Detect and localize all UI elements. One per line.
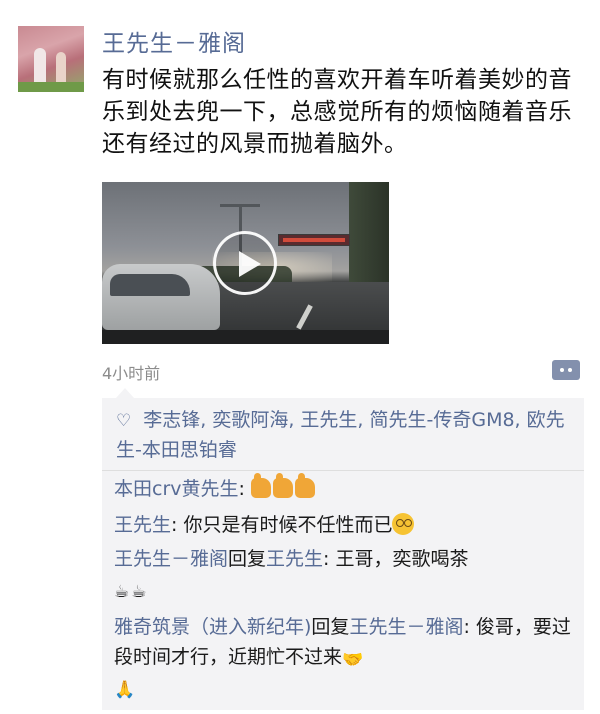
comment-item[interactable]: 本田crv黄先生: — [114, 473, 576, 504]
comment-item[interactable]: 王先生: 你只是有时候不任性而已 — [114, 510, 576, 540]
pray-icon: 🙏 — [114, 680, 136, 700]
reply-word: 回复 — [228, 548, 267, 570]
comment-item[interactable]: 王先生－雅阁回复王先生: 王哥，奕歌喝茶 ☕ ☕ — [114, 544, 576, 604]
reply-target[interactable]: 王先生 — [266, 548, 323, 570]
thumbs-up-icon — [272, 473, 293, 498]
video-trees-right — [349, 182, 389, 292]
comment-separator: : — [238, 478, 251, 500]
comment-text: 王哥，奕歌喝茶 — [335, 548, 469, 570]
comment-text: 你只是有时候不任性而已 — [183, 514, 393, 536]
play-icon[interactable] — [213, 231, 277, 295]
thumbs-up-icon — [294, 473, 315, 498]
post-author-name[interactable]: 王先生－雅阁 — [102, 24, 246, 58]
thumbs-up-icon — [250, 473, 271, 498]
video-car-window — [110, 274, 190, 296]
comment-author[interactable]: 雅奇筑景（进入新纪年) — [114, 616, 311, 638]
heart-outline-icon: ♡ — [116, 411, 132, 431]
post-video-thumbnail[interactable] — [102, 182, 389, 344]
avatar-grass — [18, 82, 84, 92]
avatar-person-1 — [34, 48, 46, 86]
coffee-icon: ☕ — [114, 582, 130, 602]
comment-author[interactable]: 王先生 — [114, 514, 171, 536]
likes-divider — [102, 470, 584, 471]
comment-author[interactable]: 王先生－雅阁 — [114, 548, 228, 570]
dot-icon — [560, 368, 564, 372]
post-text: 有时候就那么任性的喜欢开着车听着美妙的音乐到处去兜一下，总感觉所有的烦恼随着音乐… — [102, 67, 572, 157]
comment-separator: : — [463, 616, 476, 638]
comment-separator: : — [323, 548, 336, 570]
avatar-person-2 — [56, 52, 66, 86]
author-avatar[interactable] — [18, 26, 84, 92]
handshake-icon: 🤝 — [342, 650, 364, 670]
video-highway-sign — [278, 234, 350, 246]
smirk-glasses-icon — [392, 513, 415, 535]
comment-separator: : — [171, 514, 184, 536]
post-timestamp: 4小时前 — [102, 364, 161, 383]
dot-icon — [568, 368, 572, 372]
coffee-icon: ☕ — [131, 582, 147, 602]
likes-list: ♡ 李志锋, 奕歌阿海, 王先生, 简先生-传奇GM8, 欧先生-本田思铂睿 — [116, 406, 576, 465]
more-actions-button[interactable] — [552, 360, 580, 380]
reply-target[interactable]: 王先生－雅阁 — [349, 616, 463, 638]
liker-names[interactable]: 李志锋, 奕歌阿海, 王先生, 简先生-传奇GM8, 欧先生-本田思铂睿 — [116, 409, 565, 461]
comment-author[interactable]: 本田crv黄先生 — [114, 478, 239, 500]
comment-item[interactable]: 雅奇筑景（进入新纪年)回复王先生－雅阁: 俊哥，要过段时间才行，近期忙不过来🤝 🙏 — [114, 612, 576, 702]
video-dashboard — [102, 330, 389, 344]
reply-word: 回复 — [311, 616, 350, 638]
interaction-panel: ♡ 李志锋, 奕歌阿海, 王先生, 简先生-传奇GM8, 欧先生-本田思铂睿 本田… — [102, 388, 584, 710]
